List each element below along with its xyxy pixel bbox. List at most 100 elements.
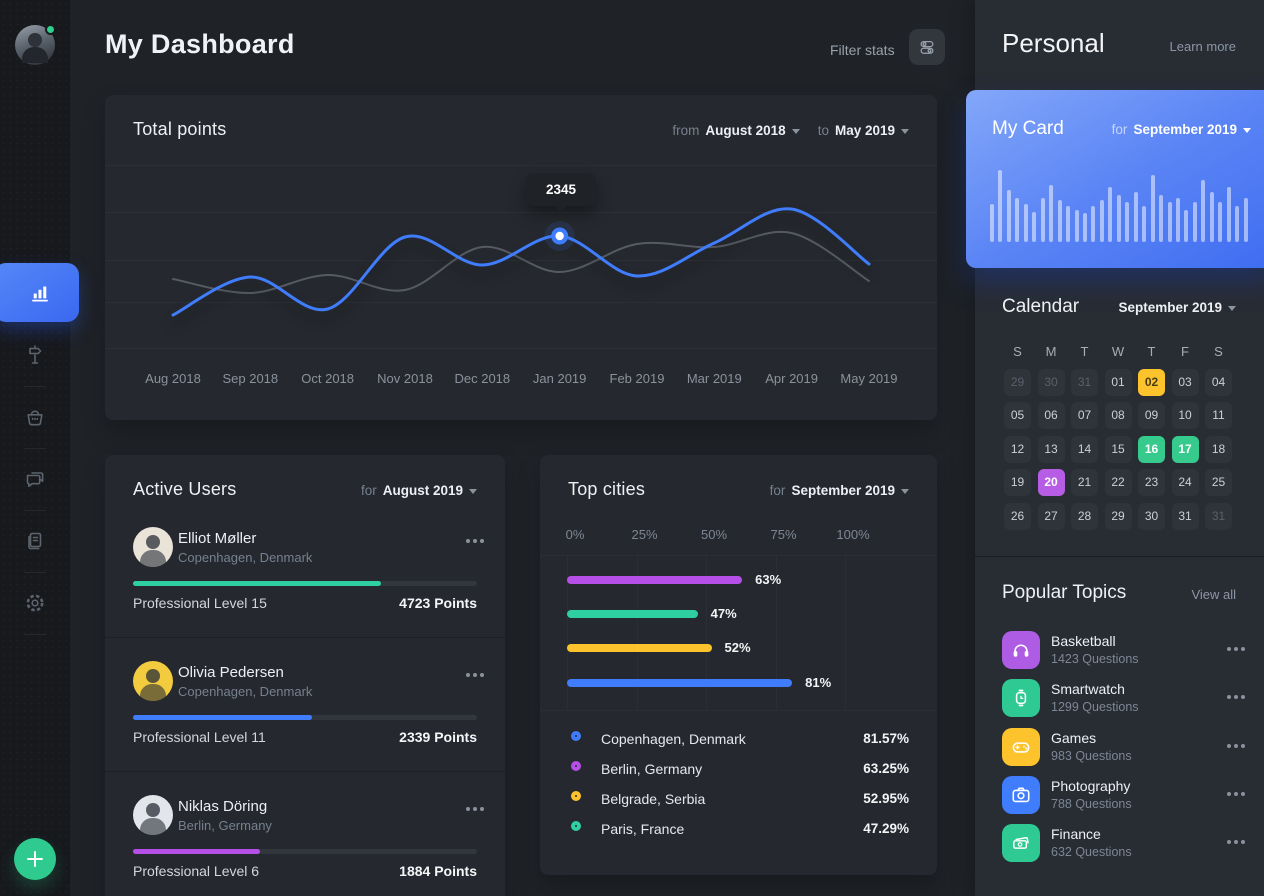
user-row: Elliot MøllerCopenhagen, DenmarkProfessi…	[105, 527, 505, 651]
calendar-day[interactable]: 21	[1071, 469, 1098, 496]
calendar-day[interactable]: 31	[1172, 503, 1199, 530]
calendar-day[interactable]: 12	[1004, 436, 1031, 463]
topic-row[interactable]: Finance632 Questions	[975, 824, 1264, 866]
calendar-day[interactable]: 03	[1172, 369, 1199, 396]
calendar-day[interactable]: 04	[1205, 369, 1232, 396]
calendar-day[interactable]: 05	[1004, 402, 1031, 429]
from-label: from	[672, 123, 699, 138]
calendar-day[interactable]: 30	[1138, 503, 1165, 530]
eq-bar	[1218, 202, 1222, 242]
sidebar-item-messages[interactable]	[0, 459, 70, 499]
topic-row[interactable]: Smartwatch1299 Questions	[975, 679, 1264, 721]
calendar-day[interactable]: 24	[1172, 469, 1199, 496]
calendar-day[interactable]: 30	[1038, 369, 1065, 396]
progress-track	[133, 715, 477, 720]
topic-row[interactable]: Games983 Questions	[975, 728, 1264, 770]
calendar-day[interactable]: 02	[1138, 369, 1165, 396]
for-label: for	[1112, 122, 1128, 137]
more-icon[interactable]	[1234, 744, 1238, 748]
toggles-icon	[917, 37, 937, 57]
user-name: Elliot Møller	[178, 530, 256, 547]
sidebar-item-milestones[interactable]	[0, 335, 70, 375]
period-picker: for August 2019	[361, 483, 477, 498]
filter-stats-button[interactable]	[909, 29, 945, 65]
eq-bar	[1201, 180, 1205, 242]
calendar-day[interactable]: 27	[1038, 503, 1065, 530]
chevron-down-icon	[1243, 128, 1251, 133]
calendar-day[interactable]: 06	[1038, 402, 1065, 429]
sidebar-item-stats[interactable]	[0, 263, 79, 322]
chevron-down-icon	[901, 129, 909, 134]
user-location: Copenhagen, Denmark	[178, 550, 312, 565]
calendar-day[interactable]: 18	[1205, 436, 1232, 463]
calendar-day[interactable]: 19	[1004, 469, 1031, 496]
gridline	[845, 555, 846, 710]
calendar-day[interactable]: 26	[1004, 503, 1031, 530]
sidebar-item-documents[interactable]	[0, 521, 70, 561]
more-icon[interactable]	[1234, 840, 1238, 844]
calendar-day[interactable]: 29	[1004, 369, 1031, 396]
personal-panel: Personal Learn more My Card for Septembe…	[975, 0, 1264, 896]
topic-row[interactable]: Basketball1423 Questions	[975, 631, 1264, 673]
from-value-dropdown[interactable]: August 2018	[705, 123, 785, 138]
more-icon[interactable]	[473, 539, 477, 543]
user-avatar	[133, 795, 173, 835]
calendar-day[interactable]: 31	[1071, 369, 1098, 396]
calendar-day[interactable]: 23	[1138, 469, 1165, 496]
calendar-day[interactable]: 11	[1205, 402, 1232, 429]
period-dropdown[interactable]: September 2019	[1133, 122, 1237, 137]
x-axis-tick: 75%	[759, 527, 809, 542]
divider	[24, 634, 46, 635]
bar-value-label: 52%	[725, 640, 751, 655]
period-dropdown[interactable]: August 2019	[383, 483, 463, 498]
user-location: Copenhagen, Denmark	[178, 684, 312, 699]
more-icon[interactable]	[1234, 647, 1238, 651]
calendar-day[interactable]: 16	[1138, 436, 1165, 463]
legend-row: Belgrade, Serbia52.95%	[540, 789, 937, 813]
more-icon[interactable]	[1234, 792, 1238, 796]
calendar-day[interactable]: 13	[1038, 436, 1065, 463]
more-icon[interactable]	[473, 807, 477, 811]
x-axis-label: May 2019	[824, 371, 914, 386]
to-value-dropdown[interactable]: May 2019	[835, 123, 895, 138]
avatar-person-icon	[140, 684, 166, 701]
avatar[interactable]	[15, 25, 55, 65]
calendar-day[interactable]: 14	[1071, 436, 1098, 463]
calendar-day[interactable]: 01	[1105, 369, 1132, 396]
my-card[interactable]: My Card for September 2019	[966, 90, 1264, 268]
calendar-day[interactable]: 22	[1105, 469, 1132, 496]
online-status-dot	[45, 24, 56, 35]
view-all-link[interactable]: View all	[1191, 587, 1236, 602]
calendar-day[interactable]: 15	[1105, 436, 1132, 463]
topic-row[interactable]: Photography788 Questions	[975, 776, 1264, 818]
x-axis-labels: Aug 2018Sep 2018Oct 2018Nov 2018Dec 2018…	[105, 371, 937, 387]
calendar-day[interactable]: 09	[1138, 402, 1165, 429]
period-dropdown[interactable]: September 2019	[1118, 300, 1222, 315]
calendar-day[interactable]: 10	[1172, 402, 1199, 429]
eq-bar	[1142, 206, 1146, 242]
period-dropdown[interactable]: September 2019	[791, 483, 895, 498]
user-location: Berlin, Germany	[178, 818, 272, 833]
calendar-day[interactable]: 25	[1205, 469, 1232, 496]
calendar-day[interactable]: 07	[1071, 402, 1098, 429]
calendar-day[interactable]: 29	[1105, 503, 1132, 530]
eq-bar	[1108, 187, 1112, 242]
sidebar-item-shop[interactable]	[0, 397, 70, 437]
calendar-day[interactable]: 08	[1105, 402, 1132, 429]
user-level: Professional Level 6	[133, 863, 259, 879]
calendar-day[interactable]: 31	[1205, 503, 1232, 530]
calendar-day[interactable]: 20	[1038, 469, 1065, 496]
eq-bar	[998, 170, 1002, 242]
more-icon[interactable]	[1234, 695, 1238, 699]
avatar-person-icon	[140, 550, 166, 567]
add-button[interactable]	[14, 838, 56, 880]
legend-city: Belgrade, Serbia	[601, 791, 705, 807]
calendar-day-header: F	[1172, 342, 1199, 362]
calendar-day[interactable]: 17	[1172, 436, 1199, 463]
bar-berlin-germany	[567, 576, 742, 584]
calendar-day[interactable]: 28	[1071, 503, 1098, 530]
learn-more-link[interactable]: Learn more	[1170, 39, 1236, 54]
more-icon[interactable]	[473, 673, 477, 677]
calendar-title: Calendar	[1002, 296, 1079, 318]
sidebar-item-settings[interactable]	[0, 583, 70, 623]
